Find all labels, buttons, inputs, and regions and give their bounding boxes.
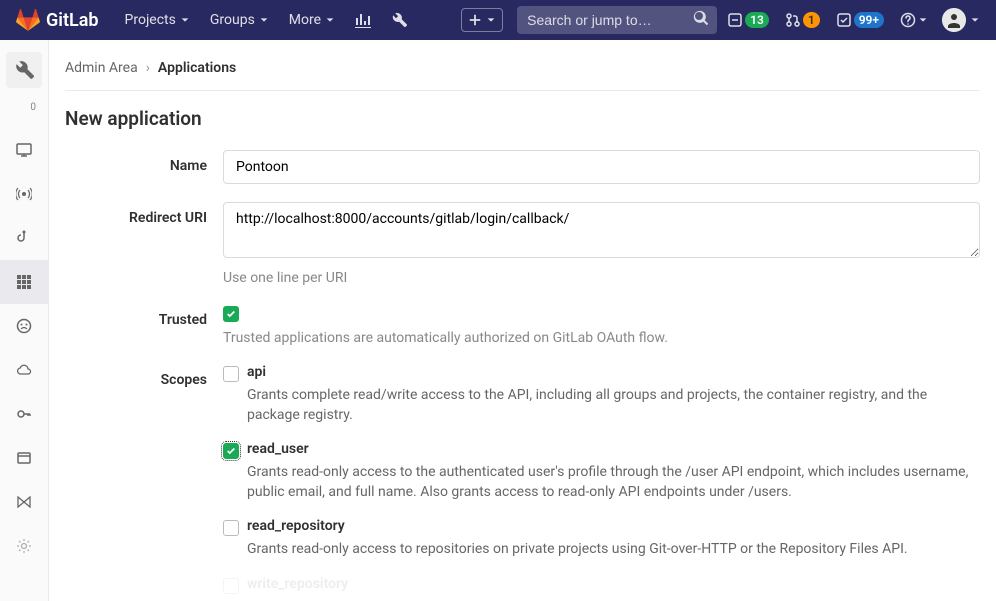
trusted-checkbox[interactable] <box>223 306 239 322</box>
issues-icon <box>727 12 743 28</box>
question-icon <box>900 12 916 28</box>
scope-item-write-repository: write_repository <box>223 576 980 594</box>
name-input[interactable] <box>223 150 980 184</box>
search-wrap <box>517 6 717 34</box>
scope-item-api: api Grants complete read/write access to… <box>223 364 980 425</box>
scope-item-read-repository: read_repository Grants read-only access … <box>223 518 980 560</box>
sidebar-overview-count: 0 <box>30 102 36 113</box>
monitor-icon <box>16 142 32 158</box>
sidebar-monitoring[interactable] <box>0 128 48 172</box>
scope-read-repository-name: read_repository <box>247 518 345 534</box>
chevron-down-icon <box>259 15 269 25</box>
hook-icon <box>16 230 32 246</box>
scopes-label: Scopes <box>65 364 223 601</box>
scope-write-repository-name: write_repository <box>247 576 348 592</box>
trusted-help: Trusted applications are automatically a… <box>223 330 980 346</box>
sidebar-applications[interactable] <box>0 260 48 304</box>
nav-admin[interactable] <box>381 6 417 34</box>
sidebar-appearance[interactable] <box>0 480 48 524</box>
scope-read-user-desc: Grants read-only access to the authentic… <box>247 463 980 502</box>
scope-api-checkbox[interactable] <box>223 366 239 382</box>
scope-read-repository-checkbox[interactable] <box>223 520 239 536</box>
trusted-label: Trusted <box>65 304 223 346</box>
sidebar-admin-icon[interactable] <box>6 52 42 88</box>
chevron-down-icon <box>180 15 190 25</box>
wrench-icon <box>391 12 407 28</box>
wrench-icon <box>14 60 34 80</box>
nav-more[interactable]: More <box>279 6 345 34</box>
check-icon <box>226 446 236 456</box>
brand-text: GitLab <box>46 10 99 31</box>
appearance-icon <box>16 494 32 510</box>
redirect-label: Redirect URI <box>65 202 223 286</box>
chevron-down-icon <box>486 15 496 25</box>
sidebar-labels[interactable] <box>0 436 48 480</box>
main-content: Admin Area › Applications New applicatio… <box>49 40 996 601</box>
nav-projects[interactable]: Projects <box>115 6 200 34</box>
check-icon <box>226 309 236 319</box>
breadcrumb-separator: › <box>146 60 150 76</box>
help-menu[interactable] <box>894 8 934 32</box>
chevron-down-icon <box>918 15 928 25</box>
scope-read-user-name: read_user <box>247 441 309 457</box>
scope-read-repository-desc: Grants read-only access to repositories … <box>247 540 980 560</box>
mr-counter[interactable]: 1 <box>779 8 826 32</box>
todos-badge: 99+ <box>854 12 884 28</box>
name-label: Name <box>65 150 223 184</box>
todo-icon <box>836 12 852 28</box>
page-title: New application <box>65 107 980 130</box>
gitlab-logo[interactable]: GitLab <box>16 8 99 32</box>
breadcrumb: Admin Area › Applications <box>65 52 980 91</box>
redirect-textarea[interactable] <box>223 202 980 258</box>
applications-icon <box>16 274 32 290</box>
search-input[interactable] <box>517 6 717 34</box>
key-icon <box>16 406 32 422</box>
sidebar-hooks[interactable] <box>0 216 48 260</box>
sidebar-abuse[interactable] <box>0 304 48 348</box>
chevron-down-icon <box>325 15 335 25</box>
user-menu[interactable] <box>938 8 980 32</box>
merge-request-icon <box>785 12 801 28</box>
search-icon <box>693 10 709 30</box>
sidebar-kubernetes[interactable] <box>0 348 48 392</box>
sidebar-deploy-keys[interactable] <box>0 392 48 436</box>
tanuki-icon <box>16 8 40 32</box>
nav-menu: Projects Groups More <box>115 6 418 34</box>
redirect-help: Use one line per URI <box>223 270 980 286</box>
chevron-down-icon <box>970 15 980 25</box>
chart-icon <box>355 12 371 28</box>
breadcrumb-current: Applications <box>158 60 236 76</box>
admin-sidebar: 0 <box>0 40 49 601</box>
abuse-icon <box>16 318 32 334</box>
broadcast-icon <box>16 186 32 202</box>
sidebar-messages[interactable] <box>0 172 48 216</box>
scope-api-desc: Grants complete read/write access to the… <box>247 386 980 425</box>
cloud-gear-icon <box>16 362 32 378</box>
nav-activity[interactable] <box>345 6 381 34</box>
sidebar-overview[interactable]: 0 <box>0 96 48 128</box>
scope-read-user-checkbox[interactable] <box>223 443 239 459</box>
label-icon <box>16 450 32 466</box>
header-right: 13 1 99+ <box>461 6 980 34</box>
scope-write-repository-checkbox[interactable] <box>223 578 239 594</box>
mr-badge: 1 <box>803 12 820 28</box>
new-button[interactable] <box>461 8 503 32</box>
top-header: GitLab Projects Groups More <box>0 0 996 40</box>
todos-counter[interactable]: 99+ <box>830 8 890 32</box>
gear-icon <box>16 538 32 554</box>
avatar <box>942 8 966 32</box>
issues-counter[interactable]: 13 <box>721 8 775 32</box>
scope-api-name: api <box>247 364 266 380</box>
issues-badge: 13 <box>745 12 769 28</box>
scope-item-read-user: read_user Grants read-only access to the… <box>223 441 980 502</box>
nav-groups[interactable]: Groups <box>200 6 279 34</box>
plus-icon <box>468 13 482 27</box>
breadcrumb-root[interactable]: Admin Area <box>65 60 138 76</box>
sidebar-settings[interactable] <box>0 524 48 568</box>
